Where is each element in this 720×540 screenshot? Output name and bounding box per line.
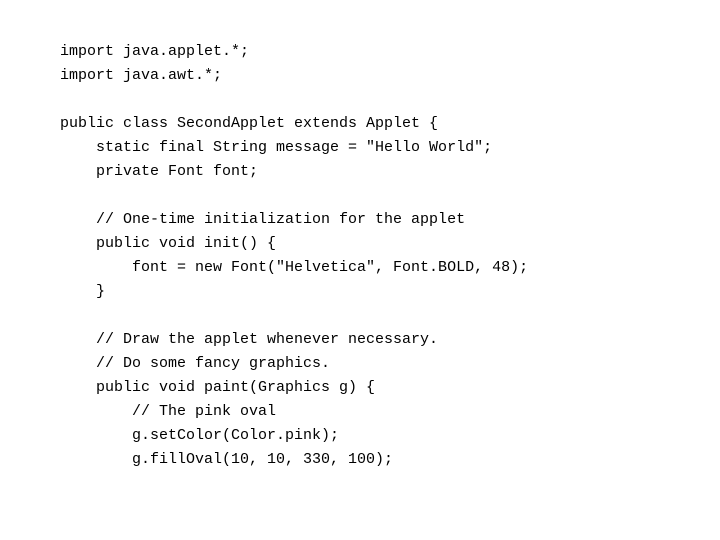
code-block: import java.applet.*; import java.awt.*;… [0, 0, 588, 512]
